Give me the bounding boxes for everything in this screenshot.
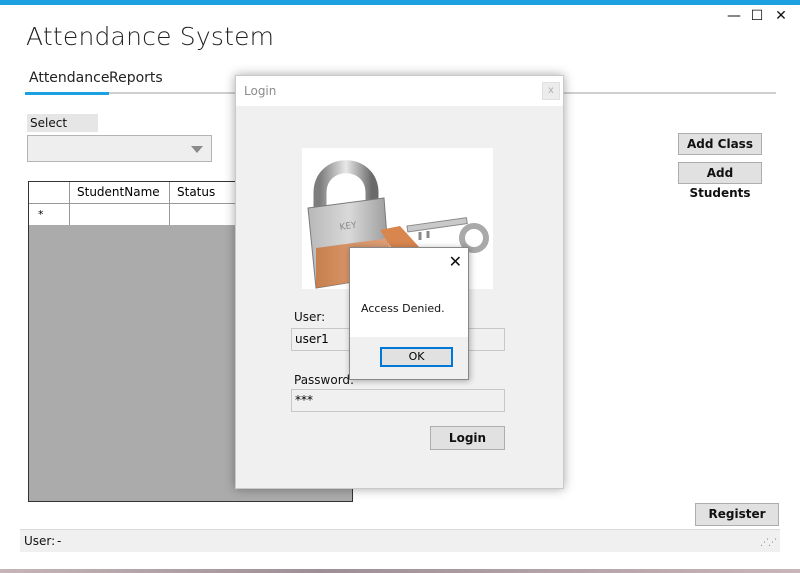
tab-attendance[interactable]: Attendance (29, 70, 109, 86)
minimize-icon[interactable]: — (724, 7, 744, 25)
login-dialog-title: Login (244, 84, 277, 98)
user-field-label: User: (294, 310, 326, 324)
register-button[interactable]: Register (695, 503, 779, 526)
resize-grip-icon[interactable]: ⋰⋰ (760, 538, 777, 548)
status-user-value: - (57, 534, 62, 548)
messagebox-footer: OK (350, 337, 468, 379)
access-denied-messagebox: ✕ Access Denied. OK (349, 247, 469, 380)
ok-button[interactable]: OK (380, 347, 453, 367)
password-field-label: Password: (294, 373, 355, 387)
close-icon[interactable]: ✕ (449, 252, 462, 271)
maximize-icon[interactable]: ☐ (747, 7, 767, 25)
chevron-down-icon[interactable] (191, 146, 203, 153)
login-button[interactable]: Login (430, 426, 505, 450)
login-titlebar: Login x (236, 76, 563, 106)
tab-reports[interactable]: Reports (109, 70, 163, 86)
select-class-label: Select Class: (27, 114, 98, 148)
login-close-icon[interactable]: x (542, 82, 560, 100)
password-field[interactable]: *** (291, 389, 505, 412)
status-bar: User: - ⋰⋰ (20, 529, 780, 552)
message-text: Access Denied. (361, 302, 445, 315)
app-title: Attendance System (26, 22, 275, 51)
add-students-button[interactable]: Add Students (678, 162, 762, 200)
column-header-studentname[interactable]: StudentName (70, 182, 170, 203)
window-top-accent-bar (0, 0, 800, 5)
add-class-button[interactable]: Add Class (678, 133, 762, 155)
close-icon[interactable]: ✕ (771, 7, 791, 25)
new-row-marker: * (29, 204, 70, 225)
grid-row-header-corner (29, 182, 70, 203)
class-combobox[interactable] (27, 135, 212, 162)
taskbar-edge (0, 569, 800, 573)
cell-studentname[interactable] (70, 204, 170, 225)
tab-selected-indicator (25, 92, 109, 95)
status-user-label: User: (24, 534, 56, 548)
